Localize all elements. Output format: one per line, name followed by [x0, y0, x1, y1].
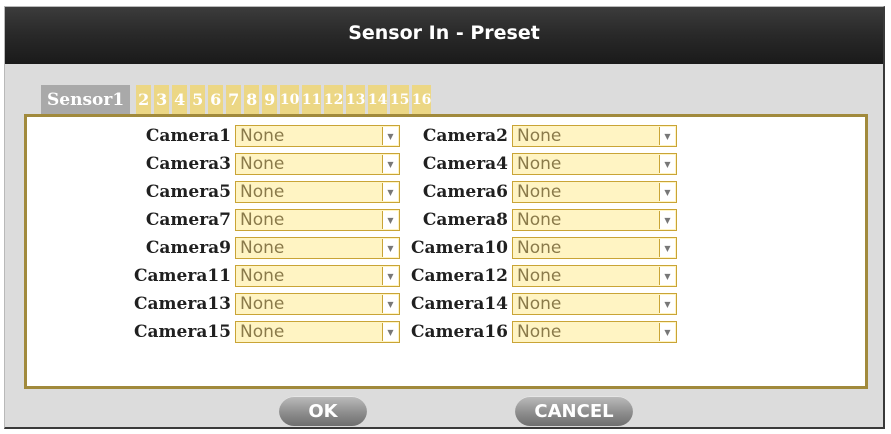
chevron-down-icon[interactable]: ▼ — [382, 323, 398, 341]
camera-preset-value: None — [240, 266, 285, 286]
chevron-down-icon[interactable]: ▼ — [382, 295, 398, 313]
camera-preset-select[interactable]: None ▼ — [235, 321, 400, 343]
camera-preset-value: None — [517, 266, 562, 286]
tab-sensor13[interactable]: 13 — [346, 85, 365, 114]
sensor-preset-dialog: Sensor In - Preset Sensor1 2 3 4 5 6 7 8 9 10 11 12… — [4, 6, 885, 429]
tab-sensor5[interactable]: 5 — [190, 85, 206, 114]
camera-preset-select[interactable]: None ▼ — [235, 237, 400, 259]
camera-preset-panel: Camera1 None ▼ Camera2 None ▼ Camera3 None ▼ Came… — [24, 114, 868, 389]
camera-preset-select[interactable]: None ▼ — [512, 265, 677, 287]
camera-preset-value: None — [517, 182, 562, 202]
ok-button[interactable]: OK — [279, 396, 367, 426]
tab-sensor9[interactable]: 9 — [262, 85, 278, 114]
camera-preset-value: None — [517, 154, 562, 174]
tab-sensor8[interactable]: 8 — [244, 85, 260, 114]
camera-preset-select[interactable]: None ▼ — [235, 209, 400, 231]
camera-label: Camera16 — [411, 322, 508, 342]
camera-preset-value: None — [517, 294, 562, 314]
camera-label: Camera9 — [145, 238, 231, 258]
camera-label: Camera12 — [411, 266, 508, 286]
camera-preset-select[interactable]: None ▼ — [512, 181, 677, 203]
tab-sensor6[interactable]: 6 — [208, 85, 224, 114]
chevron-down-icon[interactable]: ▼ — [659, 295, 675, 313]
camera-preset-select[interactable]: None ▼ — [235, 153, 400, 175]
tab-sensor7[interactable]: 7 — [226, 85, 242, 114]
camera-label: Camera2 — [422, 126, 508, 146]
tab-sensor4[interactable]: 4 — [172, 85, 188, 114]
camera-label: Camera14 — [411, 294, 508, 314]
chevron-down-icon[interactable]: ▼ — [659, 239, 675, 257]
camera-label: Camera11 — [134, 266, 231, 286]
camera-label: Camera13 — [134, 294, 231, 314]
camera-preset-select[interactable]: None ▼ — [512, 321, 677, 343]
camera-label: Camera8 — [422, 210, 508, 230]
tab-sensor1[interactable]: Sensor1 — [41, 85, 131, 114]
camera-label: Camera5 — [145, 182, 231, 202]
tab-sensor15[interactable]: 15 — [390, 85, 409, 114]
camera-label: Camera7 — [145, 210, 231, 230]
camera-label: Camera15 — [134, 322, 231, 342]
camera-preset-value: None — [517, 126, 562, 146]
chevron-down-icon[interactable]: ▼ — [382, 155, 398, 173]
tab-sensor10[interactable]: 10 — [280, 85, 299, 114]
chevron-down-icon[interactable]: ▼ — [382, 211, 398, 229]
camera-preset-select[interactable]: None ▼ — [512, 153, 677, 175]
tab-sensor14[interactable]: 14 — [368, 85, 387, 114]
camera-preset-value: None — [240, 210, 285, 230]
chevron-down-icon[interactable]: ▼ — [659, 127, 675, 145]
camera-preset-select[interactable]: None ▼ — [512, 237, 677, 259]
camera-label: Camera3 — [145, 154, 231, 174]
camera-preset-select[interactable]: None ▼ — [235, 293, 400, 315]
camera-preset-value: None — [240, 238, 285, 258]
camera-preset-value: None — [240, 126, 285, 146]
sensor-tabs: Sensor1 2 3 4 5 6 7 8 9 10 11 12 13 14 15 16 — [41, 84, 434, 114]
camera-label: Camera10 — [411, 238, 508, 258]
camera-preset-select[interactable]: None ▼ — [512, 209, 677, 231]
camera-preset-select[interactable]: None ▼ — [512, 293, 677, 315]
tab-sensor3[interactable]: 3 — [154, 85, 170, 114]
chevron-down-icon[interactable]: ▼ — [382, 267, 398, 285]
camera-label: Camera1 — [145, 126, 231, 146]
camera-preset-value: None — [240, 322, 285, 342]
camera-preset-value: None — [240, 294, 285, 314]
camera-preset-value: None — [517, 238, 562, 258]
camera-preset-value: None — [240, 154, 285, 174]
chevron-down-icon[interactable]: ▼ — [659, 323, 675, 341]
chevron-down-icon[interactable]: ▼ — [382, 239, 398, 257]
tab-sensor11[interactable]: 11 — [302, 85, 321, 114]
camera-preset-select[interactable]: None ▼ — [512, 125, 677, 147]
camera-preset-value: None — [517, 210, 562, 230]
camera-preset-select[interactable]: None ▼ — [235, 265, 400, 287]
camera-label: Camera6 — [422, 182, 508, 202]
tab-sensor12[interactable]: 12 — [324, 85, 343, 114]
chevron-down-icon[interactable]: ▼ — [659, 155, 675, 173]
chevron-down-icon[interactable]: ▼ — [659, 267, 675, 285]
cancel-button[interactable]: CANCEL — [515, 396, 633, 426]
tab-sensor2[interactable]: 2 — [136, 85, 152, 114]
camera-label: Camera4 — [422, 154, 508, 174]
dialog-title: Sensor In - Preset — [5, 7, 883, 64]
camera-preset-value: None — [240, 182, 285, 202]
chevron-down-icon[interactable]: ▼ — [659, 211, 675, 229]
camera-preset-value: None — [517, 322, 562, 342]
camera-preset-select[interactable]: None ▼ — [235, 181, 400, 203]
chevron-down-icon[interactable]: ▼ — [382, 127, 398, 145]
chevron-down-icon[interactable]: ▼ — [382, 183, 398, 201]
camera-preset-select[interactable]: None ▼ — [235, 125, 400, 147]
chevron-down-icon[interactable]: ▼ — [659, 183, 675, 201]
tab-sensor16[interactable]: 16 — [412, 85, 431, 114]
